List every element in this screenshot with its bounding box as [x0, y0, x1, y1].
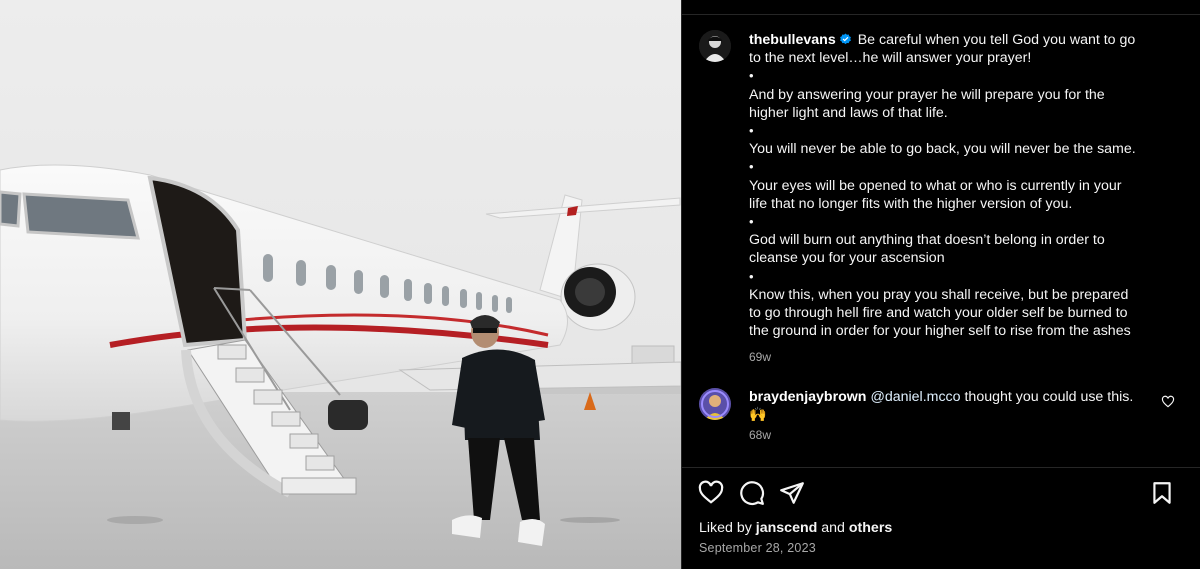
commenter-username[interactable]: braydenjaybrown [749, 389, 866, 405]
comment-text: thought you could use this. [960, 389, 1134, 405]
comment: braydenjaybrown @daniel.mcco thought you… [749, 388, 1159, 445]
caption-line: to go through hell fire and watch your o… [749, 305, 1128, 322]
caption-line: And by answering your prayer he will pre… [749, 86, 1105, 103]
paper-plane-icon [780, 482, 804, 504]
author-avatar[interactable] [699, 30, 731, 62]
action-bar [682, 467, 1200, 515]
comment-icon [740, 481, 765, 506]
likes-summary: Liked by janscend and others [699, 520, 892, 536]
commenter-avatar[interactable] [699, 388, 731, 420]
caption-bullet: • [749, 268, 754, 284]
caption: thebullevans Be careful when you tell Go… [749, 31, 1149, 367]
caption-line: higher light and laws of that life. [749, 104, 948, 121]
caption-bullet: • [749, 159, 754, 175]
liker-username[interactable]: janscend [756, 520, 818, 536]
caption-line: Your eyes will be opened to what or who … [749, 177, 1122, 194]
caption-line: the ground in order for your higher self… [749, 323, 1131, 340]
caption-bullet: • [749, 123, 754, 139]
post-details-panel: thebullevans Be careful when you tell Go… [681, 0, 1200, 569]
verified-badge-icon [839, 33, 851, 45]
share-button[interactable] [779, 480, 805, 506]
divider [682, 14, 1200, 15]
bookmark-icon [1153, 482, 1171, 504]
caption-line: cleanse you for your ascension [749, 250, 945, 267]
caption-line: Know this, when you pray you shall recei… [749, 286, 1129, 303]
caption-line: You will never be able to go back, you w… [749, 141, 1136, 158]
likes-middle: and [817, 520, 849, 536]
caption-first-line: thebullevans Be careful when you tell Go… [749, 31, 1149, 49]
likes-others-link[interactable]: others [849, 520, 892, 536]
caption-bullet: • [749, 214, 754, 230]
heart-icon [698, 480, 724, 504]
caption-timestamp[interactable]: 69w [749, 348, 1149, 366]
post-photo[interactable] [0, 0, 681, 569]
likes-prefix: Liked by [699, 520, 756, 536]
comment-button[interactable] [739, 480, 765, 506]
like-button[interactable] [698, 480, 724, 506]
comment-mention[interactable]: @daniel.mcco [870, 389, 960, 405]
caption-line: to the next level…he will answer your pr… [749, 50, 1032, 67]
caption-bullet: • [749, 68, 754, 84]
heart-outline-icon[interactable] [1161, 395, 1175, 409]
post-date[interactable]: September 28, 2023 [699, 541, 816, 555]
caption-text: Be careful when you tell God you want to… [857, 32, 1136, 48]
jet-photo-illustration [0, 0, 681, 569]
save-button[interactable] [1149, 480, 1175, 506]
author-username[interactable]: thebullevans [749, 32, 836, 48]
instagram-post: thebullevans Be careful when you tell Go… [0, 0, 1200, 569]
caption-line: life that no longer fits with the higher… [749, 195, 1073, 212]
comment-timestamp[interactable]: 68w [749, 426, 1159, 444]
caption-line: God will burn out anything that doesn’t … [749, 232, 1105, 249]
comment-emoji: 🙌 [749, 407, 767, 424]
